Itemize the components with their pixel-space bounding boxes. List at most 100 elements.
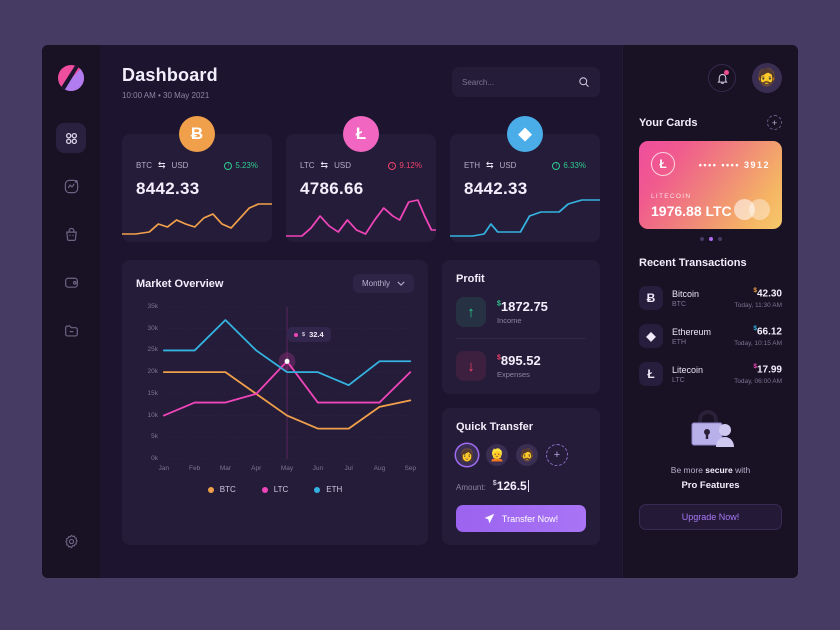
contact-avatar-2[interactable]: 👱 [486,444,508,466]
topbar: Dashboard 10:00 AM • 30 May 2021 [122,65,600,100]
transaction-time: Today, 10:15 AM [734,339,782,347]
page-title: Dashboard [122,65,218,85]
transaction-info: Ethereum ETH [672,327,711,346]
arrow-up-icon: ↑ [456,297,486,327]
litecoin-icon: Ł [639,362,663,386]
ltc-coin-icon: Ł [343,116,379,152]
crypto-card-btc[interactable]: Ƀ BTC ⇆ USD ↑ 5.23% 8442.33 [122,116,272,242]
amount-value[interactable]: $126.5 [493,479,529,493]
card-carousel-dots[interactable] [639,237,782,241]
profit-row-income: ↑ $1872.75 Income [456,297,586,327]
send-icon [484,513,495,524]
transfer-now-button[interactable]: Transfer Now! [456,505,586,532]
transaction-name: Ethereum [672,326,712,337]
quick-transfer-panel: Quick Transfer 👩 👱 🧔 + Amount: $126.5 Tr… [442,408,600,545]
ethereum-icon: ◆ [639,324,663,348]
ltc-quote: USD [334,161,351,170]
bitcoin-icon: Ƀ [639,286,663,310]
card-chip-icon [734,199,770,220]
transaction-meta: $17.99 Today, 06:00 AM [734,363,782,384]
legend-label-ltc: LTC [273,485,289,494]
notification-badge [724,70,729,75]
transaction-amount: $17.99 [753,363,782,376]
add-contact-button[interactable]: + [546,444,568,466]
transaction-meta: $66.12 Today, 10:15 AM [734,325,782,346]
carousel-dot-2[interactable] [708,237,713,241]
eth-sparkline [450,199,600,237]
btc-sparkline [122,203,272,235]
eth-symbol: ETH [464,161,480,170]
arrow-down-icon: ↓ [456,351,486,381]
promo-text: Be more secure with Pro Features [639,464,782,493]
promo-section: Be more secure with Pro Features Upgrade… [639,407,782,530]
lower-section: Market Overview Monthly 0k 5k 10k 15k 20k 25k… [122,260,600,545]
transaction-row[interactable]: ◆ Ethereum ETH $66.12 Today, 10:15 AM [639,317,782,355]
upgrade-now-button[interactable]: Upgrade Now! [639,503,782,530]
legend-item-eth[interactable]: ETH [314,485,342,494]
sidebar [42,45,100,578]
transaction-row[interactable]: Ł Litecoin LTC $17.99 Today, 06:00 AM [639,355,782,393]
expenses-amount: $895.52 [497,353,541,368]
transaction-time: Today, 06:00 AM [734,377,782,385]
transaction-name: Litecoin [672,364,704,375]
transaction-row[interactable]: Ƀ Bitcoin BTC $42.30 Today, 11:30 AM [639,279,782,317]
legend-label-eth: ETH [326,485,343,494]
legend-dot-btc [207,486,214,493]
market-chart[interactable]: 0k 5k 10k 15k 20k 25k 30k 35k Jan Feb Mar Apr May Jun… [136,301,417,481]
btc-pair: BTC ⇆ USD ↑ 5.23% [136,160,258,171]
main-content: Dashboard 10:00 AM • 30 May 2021 Ƀ BTC ⇆… [100,45,622,578]
page-subtitle: 10:00 AM • 30 May 2021 [122,91,210,100]
transactions-header: Recent Transactions [639,257,782,269]
lock-person-icon [691,410,734,447]
ltc-change: ↓ 9.12% [388,161,422,170]
transaction-symbol: LTC [672,376,685,384]
contact-avatar-1[interactable]: 👩 [456,444,478,466]
search-input[interactable] [462,77,578,87]
contact-avatar-3[interactable]: 🧔 [516,444,538,466]
legend-item-ltc[interactable]: LTC [261,485,289,494]
transfer-button-label: Transfer Now! [501,513,559,524]
swap-icon: ⇆ [320,160,329,170]
transaction-symbol: ETH [672,338,686,346]
legend-dot-eth [314,486,321,493]
market-chart-svg [136,306,414,460]
legend-dot-ltc [261,486,268,493]
payment-card[interactable]: Ł •••• •••• 3912 LITECOIN 1976.88 LTC [639,141,782,229]
crypto-card-eth[interactable]: ◆ ETH ⇆ USD ↑ 6.33% 8442.33 [450,116,600,242]
sidebar-item-folder[interactable] [56,315,86,345]
amount-label: Amount: [456,483,486,492]
app-logo-icon[interactable] [56,63,86,93]
transaction-time: Today, 11:30 AM [734,301,782,309]
transactions-list: Ƀ Bitcoin BTC $42.30 Today, 11:30 AM ◆ E… [639,279,782,393]
sidebar-item-wallet[interactable] [56,267,86,297]
notifications-button[interactable] [708,64,736,92]
search-icon[interactable] [578,76,590,88]
ltc-sparkline-path [286,199,436,237]
amount-field[interactable]: Amount: $126.5 [456,479,586,493]
market-header: Market Overview Monthly [136,274,414,293]
eth-change: ↑ 6.33% [552,161,586,170]
range-dropdown[interactable]: Monthly [352,274,414,293]
chart-tooltip: $32.4 [287,327,331,343]
market-overview-panel: Market Overview Monthly 0k 5k 10k 15k 20k 25k… [122,260,428,545]
user-avatar[interactable]: 🧔 [752,63,782,93]
transaction-amount: $42.30 [753,287,782,300]
carousel-dot-1[interactable] [699,237,704,241]
carousel-dot-3[interactable] [717,237,722,241]
sidebar-item-grid[interactable] [56,123,86,153]
btc-coin-icon: Ƀ [179,116,215,152]
crypto-card-ltc[interactable]: Ł LTC ⇆ USD ↓ 9.12% 4786.66 [286,116,436,242]
btc-symbol: BTC [136,161,152,170]
transaction-symbol: BTC [672,300,686,308]
sidebar-item-analytics[interactable] [56,171,86,201]
card-brand-icon: Ł [651,152,675,176]
add-card-button[interactable]: + [767,115,782,130]
sidebar-item-settings[interactable] [56,526,86,556]
card-number: •••• •••• 3912 [698,160,770,170]
search-box[interactable] [452,67,600,97]
ltc-symbol: LTC [300,161,315,170]
btc-change: ↑ 5.23% [224,161,258,170]
legend-item-btc[interactable]: BTC [207,485,236,494]
sidebar-item-wallet-bag[interactable] [56,219,86,249]
crypto-cards-row: Ƀ BTC ⇆ USD ↑ 5.23% 8442.33 Ł LTC ⇆ USD … [122,116,600,242]
